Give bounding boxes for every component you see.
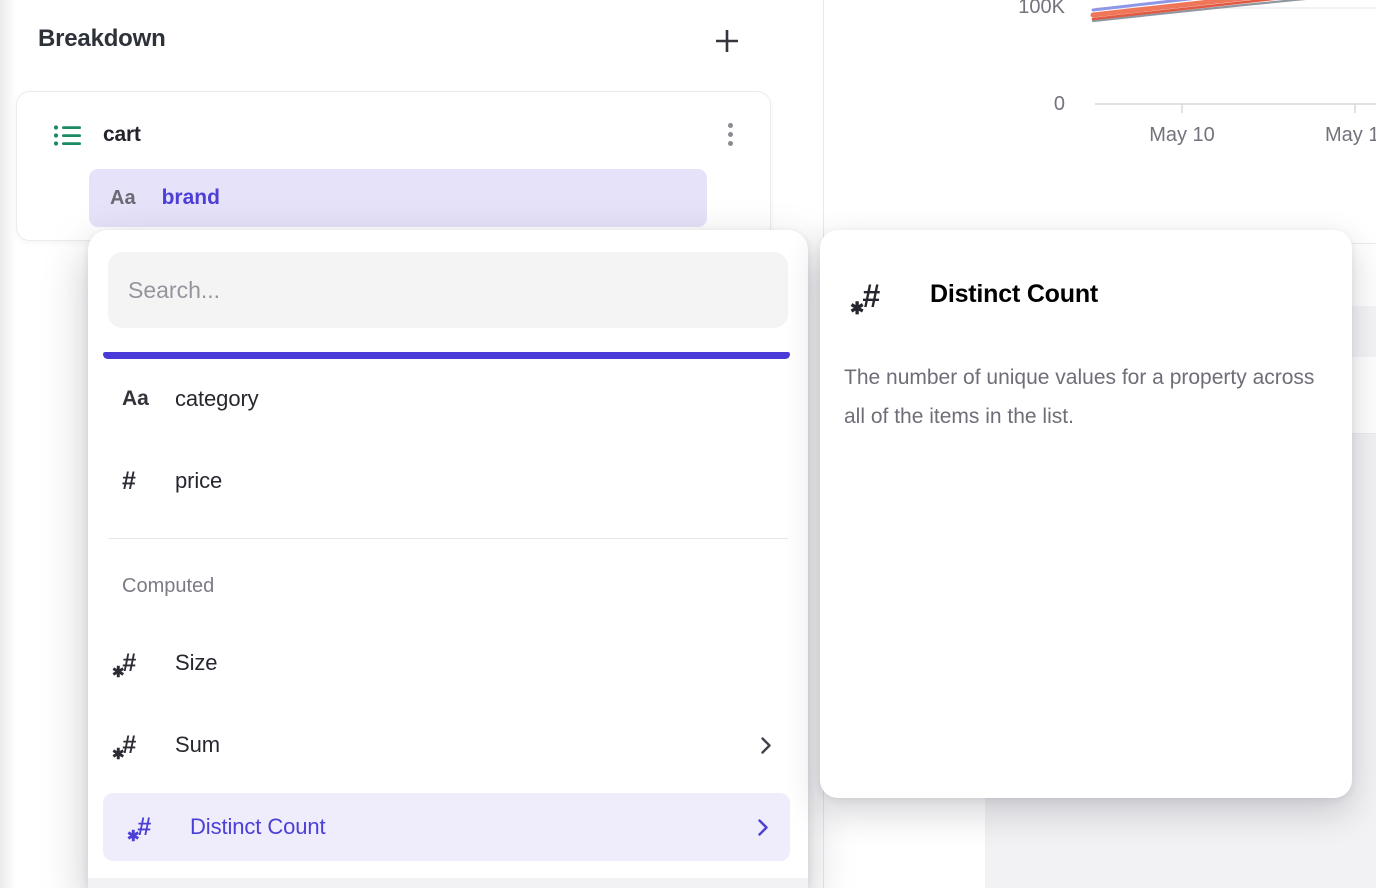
text-type-icon: Aa bbox=[122, 387, 149, 411]
dropdown-footer-strip bbox=[88, 878, 808, 888]
line-chart-plot bbox=[824, 0, 1376, 170]
list-property-row[interactable]: cart bbox=[53, 120, 141, 150]
property-option-category[interactable]: Aa category bbox=[88, 363, 808, 435]
property-dropdown: Aa category # price Computed ✱# Size ✱# … bbox=[88, 230, 808, 888]
selected-property-pill[interactable]: Aa brand bbox=[89, 169, 707, 227]
breakdown-card: cart Aa brand bbox=[16, 91, 771, 241]
text-type-icon: Aa bbox=[110, 187, 136, 210]
add-breakdown-button[interactable] bbox=[706, 20, 748, 62]
y-axis-tick-100k: 100K bbox=[995, 0, 1065, 18]
selected-property-name: brand bbox=[162, 186, 220, 210]
computed-section-label: Computed bbox=[122, 575, 214, 598]
kebab-icon bbox=[728, 123, 733, 128]
card-menu-button[interactable] bbox=[718, 116, 742, 152]
breakdown-section-title: Breakdown bbox=[38, 25, 166, 53]
x-axis-tick-may12: May 12 bbox=[1325, 124, 1376, 146]
line-chart: 100K 0 May 10 May 12 bbox=[824, 0, 1376, 170]
details-description: The number of unique values for a proper… bbox=[844, 358, 1322, 436]
search-input[interactable] bbox=[108, 252, 788, 328]
chevron-right-icon bbox=[757, 818, 769, 837]
number-type-icon: # bbox=[122, 467, 136, 496]
list-icon bbox=[53, 123, 81, 148]
app-canvas: { "breakdown": { "title": "Breakdown", "… bbox=[0, 0, 1376, 888]
chevron-right-icon bbox=[760, 736, 772, 755]
search-box bbox=[108, 252, 788, 328]
y-axis-tick-0: 0 bbox=[995, 93, 1065, 115]
details-title: Distinct Count bbox=[930, 280, 1098, 309]
x-axis-tick-may10: May 10 bbox=[1132, 124, 1232, 146]
computed-number-icon: ✱# bbox=[137, 813, 151, 842]
list-name: cart bbox=[103, 123, 141, 147]
computed-number-icon: ✱# bbox=[122, 731, 136, 760]
dropdown-divider bbox=[108, 538, 788, 539]
computed-option-sum[interactable]: ✱# Sum bbox=[88, 709, 808, 781]
plus-icon bbox=[712, 26, 742, 56]
details-panel: ✱# Distinct Count The number of unique v… bbox=[820, 230, 1352, 798]
computed-number-icon: ✱# bbox=[122, 649, 136, 678]
computed-option-distinct-count[interactable]: ✱# Distinct Count bbox=[103, 793, 790, 861]
selected-item-indicator bbox=[103, 352, 790, 359]
left-edge-shadow bbox=[0, 0, 16, 888]
property-option-price[interactable]: # price bbox=[88, 445, 808, 517]
computed-option-size[interactable]: ✱# Size bbox=[88, 627, 808, 699]
computed-number-icon: ✱# bbox=[862, 278, 880, 315]
